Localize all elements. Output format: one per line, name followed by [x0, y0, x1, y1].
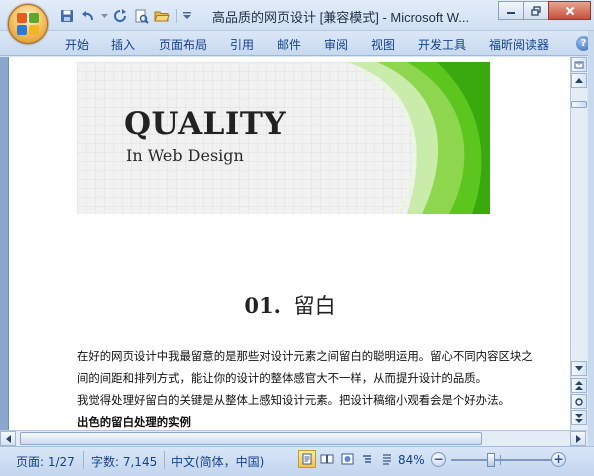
save-icon[interactable]: [58, 7, 76, 25]
banner-title: QUALITY: [124, 106, 287, 142]
close-icon: [565, 6, 574, 15]
zoom-out-button[interactable]: −: [431, 452, 446, 467]
ribbon-tab-bar: 开始 插入 页面布局 引用 邮件 审阅 视图 开发工具 福昕阅读器 ?: [0, 31, 594, 56]
tab-mailings[interactable]: 邮件: [277, 36, 301, 53]
paragraph-line: 我觉得处理好留白的关键是从整体上感知设计元素。把设计稿缩小观看会是个好办法。: [77, 393, 510, 407]
qat-separator: [176, 9, 177, 23]
window-right-border: [588, 31, 594, 476]
quick-access-toolbar: [58, 6, 192, 26]
word-count-status[interactable]: 字数: 7,145: [91, 453, 157, 470]
view-buttons: [298, 450, 396, 468]
tab-review[interactable]: 审阅: [324, 36, 348, 53]
office-button[interactable]: [8, 4, 48, 44]
arrow-right-icon: [575, 434, 581, 443]
status-separator: [164, 451, 165, 469]
vertical-scroll-thumb[interactable]: [571, 101, 587, 108]
zoom-slider[interactable]: [451, 453, 551, 467]
zoom-slider-center-mark: [500, 455, 501, 465]
bold-subheading: 出色的留白处理的实例: [77, 415, 191, 429]
browse-object-circle-icon: [575, 397, 583, 406]
tab-developer[interactable]: 开发工具: [418, 36, 466, 53]
ruler-icon: [574, 61, 584, 68]
document-page[interactable]: QUALITY In Web Design 01. 留白 在好的网页设计中我最留…: [8, 57, 570, 430]
ruler-toggle-button[interactable]: [571, 57, 587, 72]
document-area: QUALITY In Web Design 01. 留白 在好的网页设计中我最留…: [0, 57, 570, 430]
tab-insert[interactable]: 插入: [111, 36, 135, 53]
reading-view-icon: [320, 454, 334, 464]
undo-icon[interactable]: [79, 7, 97, 25]
tab-page-layout[interactable]: 页面布局: [159, 36, 207, 53]
draft-view-button[interactable]: [378, 450, 396, 468]
scroll-left-button[interactable]: [0, 431, 16, 446]
office-logo-icon: [17, 13, 39, 35]
status-bar: 页面: 1/27 字数: 7,145 中文(简体，中国) 84% − +: [0, 446, 594, 476]
print-layout-icon: [302, 453, 312, 465]
double-down-arrow-icon: [575, 413, 583, 423]
page-count-status[interactable]: 页面: 1/27: [16, 453, 75, 470]
title-bar: 高品质的网页设计 [兼容模式] - Microsoft W...: [0, 0, 594, 31]
minimize-button[interactable]: [498, 1, 524, 20]
double-up-arrow-icon: [575, 380, 583, 390]
zoom-slider-thumb[interactable]: [487, 453, 496, 467]
tab-view[interactable]: 视图: [371, 36, 395, 53]
window-controls: [498, 1, 591, 20]
select-browse-object-button[interactable]: [571, 394, 587, 409]
section-number: 01.: [244, 293, 281, 318]
outline-view-button[interactable]: [358, 450, 376, 468]
tab-foxit-reader[interactable]: 福昕阅读器: [489, 36, 549, 53]
zoom-level[interactable]: 84%: [398, 453, 425, 467]
tab-home[interactable]: 开始: [65, 36, 89, 53]
minimize-icon: [507, 11, 515, 14]
redo-icon[interactable]: [111, 7, 129, 25]
horizontal-scroll-thumb[interactable]: [20, 432, 482, 445]
previous-page-button[interactable]: [571, 378, 587, 393]
window-title: 高品质的网页设计 [兼容模式] - Microsoft W...: [212, 10, 470, 25]
arrow-left-icon: [5, 434, 11, 443]
paragraph-line: 间的间距和排列方式，能让你的设计的整体感官大不一样，从而提升设计的品质。: [77, 371, 488, 385]
banner-subtitle: In Web Design: [126, 146, 244, 165]
web-layout-icon: [341, 453, 353, 465]
horizontal-scrollbar[interactable]: [0, 430, 587, 446]
web-layout-view-button[interactable]: [338, 450, 356, 468]
vertical-scrollbar[interactable]: [570, 57, 587, 430]
customize-qat-icon[interactable]: [182, 7, 192, 25]
banner-image: QUALITY In Web Design: [77, 62, 490, 214]
full-screen-reading-view-button[interactable]: [318, 450, 336, 468]
close-button[interactable]: [548, 1, 591, 20]
section-title: 留白: [293, 294, 336, 318]
section-heading: 01. 留白: [9, 290, 570, 320]
language-status[interactable]: 中文(简体，中国): [171, 453, 264, 470]
paragraph-line: 在好的网页设计中我最留意的是那些对设计元素之间留白的聪明运用。留心不同内容区块之: [77, 349, 533, 363]
body-text: 在好的网页设计中我最留意的是那些对设计元素之间留白的聪明运用。留心不同内容区块之…: [77, 345, 552, 430]
undo-dropdown-icon[interactable]: [100, 7, 108, 25]
arrow-down-icon: [575, 366, 583, 371]
print-preview-icon[interactable]: [132, 7, 150, 25]
print-layout-view-button[interactable]: [298, 450, 316, 468]
open-folder-icon[interactable]: [153, 7, 171, 25]
draft-icon: [383, 454, 391, 465]
restore-icon: [531, 5, 541, 16]
outline-icon: [363, 455, 371, 463]
scroll-up-button[interactable]: [571, 73, 587, 88]
tab-references[interactable]: 引用: [230, 36, 254, 53]
next-page-button[interactable]: [571, 410, 587, 425]
arrow-up-icon: [575, 78, 583, 83]
status-separator: [83, 451, 84, 469]
scroll-down-button[interactable]: [571, 361, 587, 376]
restore-button[interactable]: [523, 1, 549, 20]
zoom-in-button[interactable]: +: [551, 452, 566, 467]
scroll-right-button[interactable]: [570, 431, 586, 446]
